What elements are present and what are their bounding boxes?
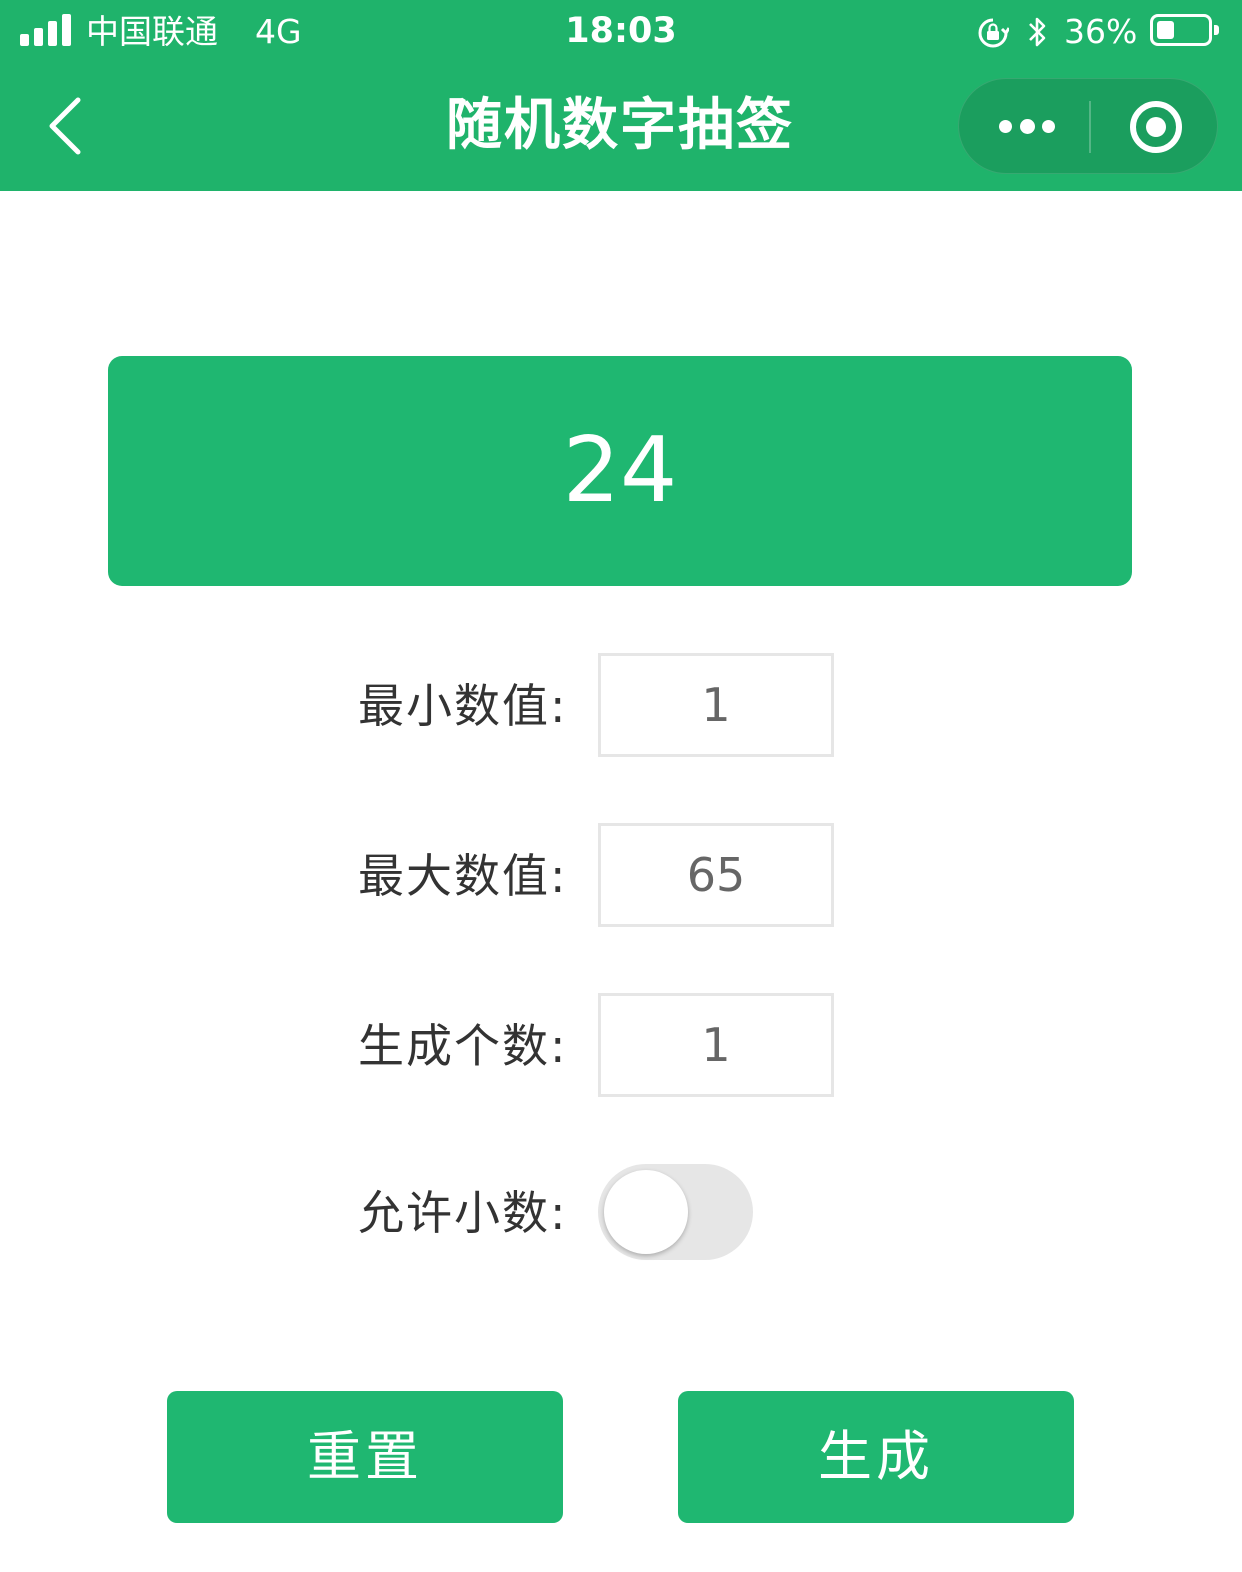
battery-icon [1150,14,1219,46]
min-value-input[interactable] [598,653,834,757]
network-type: 4G [255,12,302,51]
allow-decimal-label: 允许小数: [358,1186,568,1240]
chevron-left-icon [49,97,81,155]
min-value-label: 最小数值: [358,679,568,733]
carrier-name: 中国联通 [86,12,218,51]
allow-decimal-toggle[interactable] [598,1164,753,1260]
result-display: 24 [108,356,1132,586]
status-time: 18:03 [565,11,677,51]
bluetooth-icon [1029,17,1046,47]
battery-percent: 36% [1064,12,1138,51]
generate-button[interactable]: 生成 [678,1391,1074,1523]
count-label: 生成个数: [358,1019,568,1073]
top-bar: 中国联通 4G 18:03 36% 随机数字抽签 [0,0,1242,191]
more-menu-button[interactable] [959,79,1089,175]
max-value-label: 最大数值: [358,849,568,903]
reset-button[interactable]: 重置 [167,1391,563,1523]
back-button[interactable] [38,92,98,160]
count-input[interactable] [598,993,834,1097]
toggle-knob [604,1170,688,1254]
signal-icon [20,14,72,46]
page-title: 随机数字抽签 [446,93,794,158]
max-value-input[interactable] [598,823,834,927]
orientation-lock-icon [978,18,1009,48]
close-mini-program-button[interactable] [1090,79,1219,175]
status-bar: 中国联通 4G 18:03 36% [0,0,1242,64]
mini-program-capsule [958,78,1218,174]
battery-fill [1157,21,1174,39]
